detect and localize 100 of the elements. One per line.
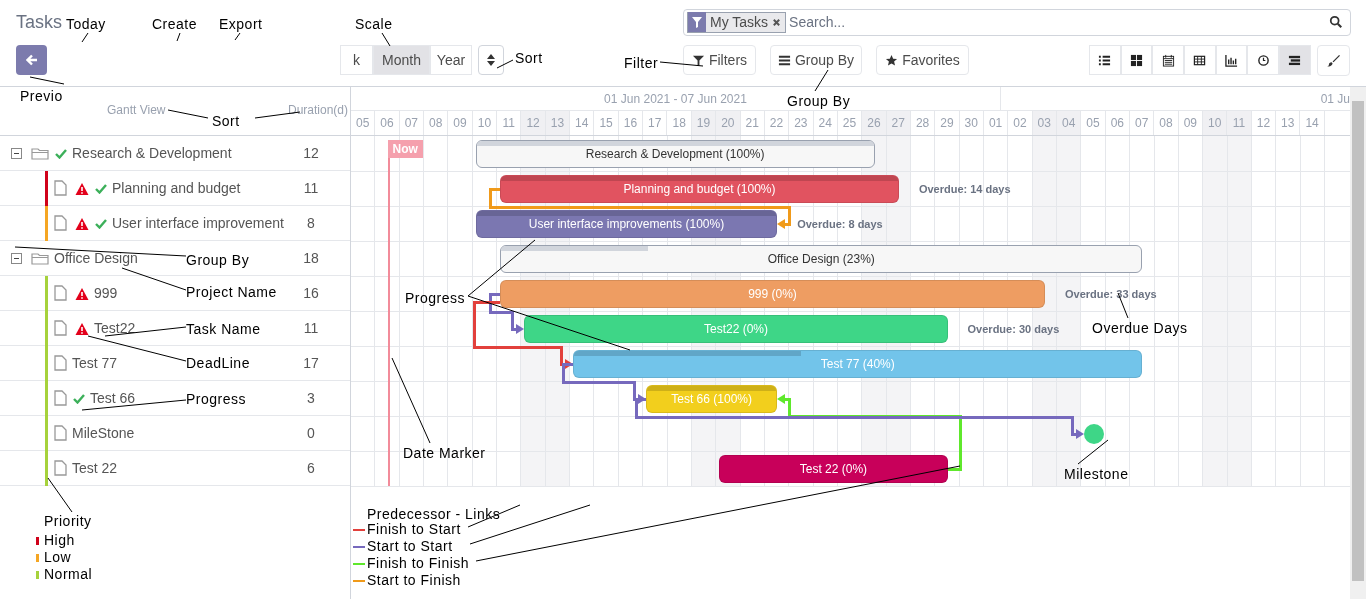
callout-label: Milestone	[1064, 465, 1129, 484]
facet-label: My Tasks	[709, 12, 770, 32]
duration-value: 3	[306, 388, 316, 408]
task-name[interactable]: Test 66	[90, 387, 136, 409]
document-icon	[54, 355, 67, 371]
callout-label: Previo	[20, 87, 63, 106]
gantt-icon	[1288, 53, 1302, 67]
legend-label: Finish to Finish	[367, 554, 470, 573]
filter-icon	[691, 53, 705, 67]
duration-value: 17	[302, 353, 320, 373]
clock-icon	[1256, 53, 1270, 67]
legend-label: Normal	[44, 565, 93, 584]
scale-button[interactable]: Year	[430, 45, 472, 75]
star-icon	[885, 53, 899, 67]
document-icon	[54, 460, 67, 476]
milestone-marker[interactable]	[1083, 423, 1104, 444]
legend-label: Finish to Start	[367, 520, 461, 539]
scale-button[interactable]: Month	[373, 45, 430, 75]
duration-value: 18	[302, 248, 320, 268]
duration-value: 8	[306, 213, 316, 233]
group-bar[interactable]: Office Design (23%)	[500, 244, 1143, 273]
search-field[interactable]: My Tasks Search...	[683, 8, 1351, 36]
view-button[interactable]	[1247, 45, 1280, 75]
sort-icon	[487, 54, 495, 66]
task-name[interactable]: User interface improvement	[112, 212, 284, 234]
day-label: 12	[521, 111, 546, 135]
task-name[interactable]: Planning and budget	[112, 177, 241, 199]
task-name[interactable]: 999	[94, 282, 118, 304]
group-bar[interactable]: Research & Development (100%)	[475, 139, 875, 168]
duration-value: 16	[302, 283, 320, 303]
overdue-note: Overdue: 33 days	[1064, 286, 1157, 302]
task-bar[interactable]: User interface improvements (100%)	[475, 209, 778, 238]
overdue-note: Overdue: 30 days	[967, 321, 1060, 337]
list-icon	[1098, 53, 1112, 67]
day-label: 03	[1032, 111, 1057, 135]
filter-button[interactable]: Group By	[770, 45, 862, 75]
leader-line	[81, 32, 89, 43]
task-name[interactable]: Test 77	[72, 352, 118, 374]
day-label: 13	[545, 111, 571, 135]
view-button[interactable]	[1215, 45, 1248, 75]
view-button[interactable]	[1152, 45, 1185, 75]
callout-label: Group By	[787, 92, 851, 111]
day-label: 10	[1203, 111, 1228, 135]
leader-line	[121, 267, 187, 291]
collapse-icon[interactable]	[11, 252, 22, 264]
callout-label: Progress	[186, 390, 247, 409]
callout-label: Overdue Days	[1092, 319, 1188, 338]
search-icon[interactable]	[1329, 15, 1343, 29]
callout-label: Progress	[405, 289, 466, 308]
calendar-icon	[1161, 53, 1175, 67]
leader-line	[176, 32, 181, 42]
view-button[interactable]	[1120, 45, 1153, 75]
day-label: 04	[1056, 111, 1082, 135]
day-label: 26	[862, 111, 887, 135]
legend-label: Start to Start	[367, 537, 453, 556]
group-name[interactable]: Research & Development	[72, 142, 232, 164]
back-button[interactable]	[16, 45, 47, 75]
search-input[interactable]: Search...	[789, 11, 1326, 33]
collapse-icon[interactable]	[11, 147, 22, 159]
document-icon	[54, 390, 67, 406]
filter-button[interactable]: Filters	[683, 45, 756, 75]
callout-label: Scale	[355, 15, 393, 34]
leader-line	[167, 109, 209, 119]
view-button[interactable]	[1089, 45, 1121, 75]
day-label: 11	[1227, 111, 1252, 135]
leader-line	[659, 61, 704, 67]
view-button[interactable]	[1279, 45, 1311, 75]
leader-line	[29, 76, 65, 85]
callout-label: Task Name	[186, 320, 261, 339]
arrow-left-icon	[25, 54, 38, 66]
leader-line	[814, 69, 829, 92]
leader-line	[1077, 439, 1109, 465]
callout-label: Create	[152, 15, 198, 34]
scrollbar[interactable]	[1350, 87, 1366, 599]
document-icon	[54, 285, 67, 301]
day-label: 19	[691, 111, 717, 135]
task-bar[interactable]: Test 22 (0%)	[719, 454, 948, 483]
task-name[interactable]: Test22	[94, 317, 136, 339]
task-name[interactable]: MileStone	[72, 422, 135, 444]
menu-icon	[777, 53, 791, 67]
duration-value: 0	[306, 423, 316, 443]
callout-label: Date Marker	[403, 444, 486, 463]
page-title: Tasks	[16, 10, 62, 34]
folder-icon	[31, 146, 49, 160]
leader-line	[381, 32, 391, 47]
task-bar[interactable]: Planning and budget (100%)	[500, 174, 899, 203]
legend-label: Start to Finish	[367, 571, 461, 590]
sort-button[interactable]	[478, 45, 504, 75]
duration-value: 6	[306, 458, 316, 478]
legend-title: Predecessor - Links	[367, 505, 501, 521]
leader-line	[47, 477, 73, 513]
overdue-note: Overdue: 8 days	[797, 216, 883, 232]
group-name[interactable]: Office Design	[54, 247, 138, 269]
duration-value: 11	[302, 178, 320, 198]
leader-line	[1117, 292, 1129, 319]
filter-button[interactable]: Favorites	[876, 45, 969, 75]
scale-button[interactable]: k	[340, 45, 373, 75]
task-name[interactable]: Test 22	[72, 457, 118, 479]
duration-value: 12	[302, 143, 320, 163]
view-button[interactable]	[1184, 45, 1216, 75]
